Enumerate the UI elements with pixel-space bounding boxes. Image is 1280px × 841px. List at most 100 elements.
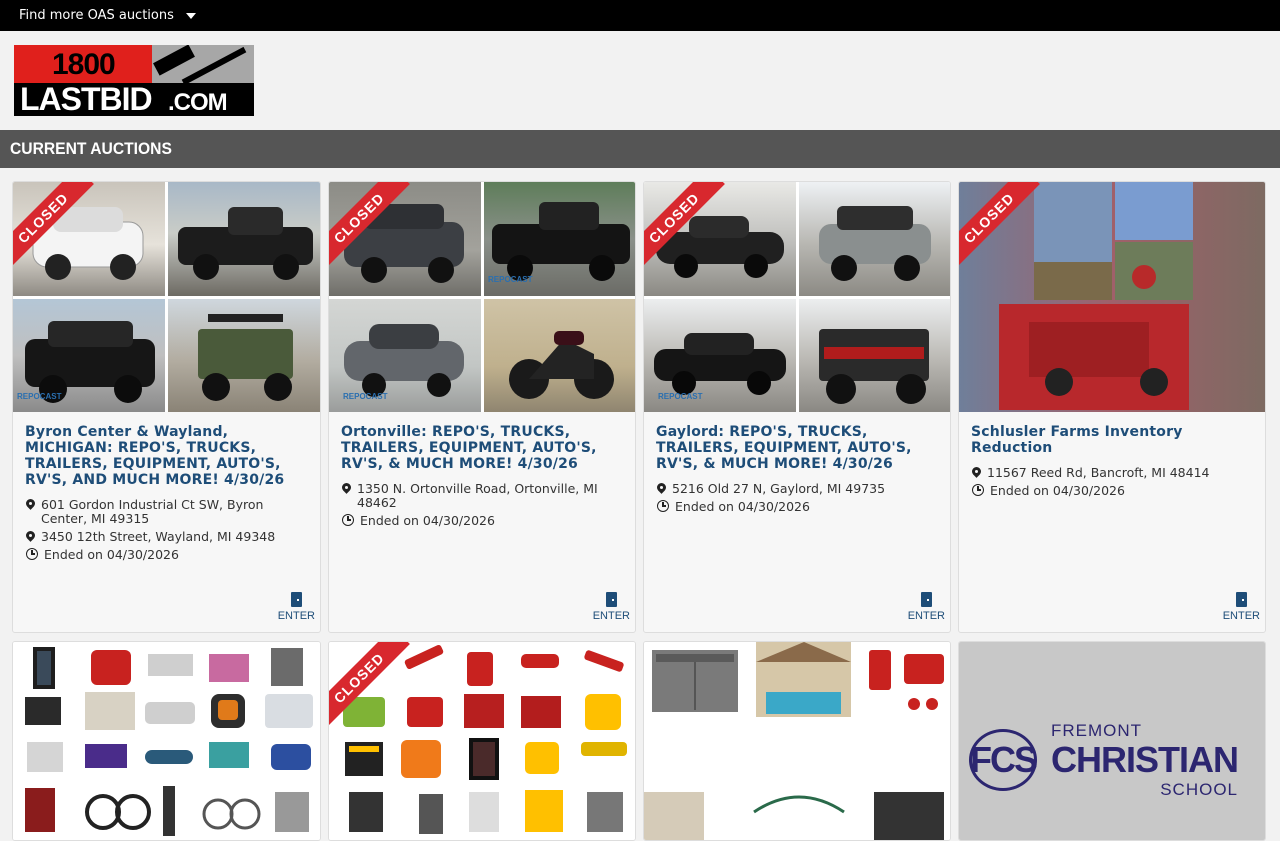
utv-image (198, 313, 293, 401)
svg-text:REPOCAST: REPOCAST (488, 275, 533, 284)
find-more-label: Find more OAS auctions (19, 8, 174, 23)
auction-card[interactable]: CLOSED (328, 641, 636, 841)
products-collage-image (13, 642, 320, 840)
ended-text: Ended on 04/30/2026 (44, 547, 179, 562)
top-bar: Find more OAS auctions (0, 0, 1280, 31)
address-line: 601 Gordon Industrial Ct SW, Byron Cente… (26, 498, 308, 526)
auction-photo: REPOCAST (13, 298, 165, 412)
auction-card[interactable]: REPOCAST CLOSED Byron Center & Wayland, … (12, 181, 321, 633)
auction-title[interactable]: Gaylord: REPO'S, TRUCKS, TRAILERS, EQUIP… (656, 424, 938, 472)
address-line: 11567 Reed Rd, Bancroft, MI 48414 (972, 466, 1253, 480)
fcs-banner: FCS FREMONT CHRISTIAN SCHOOL (959, 642, 1265, 840)
auction-card[interactable] (12, 641, 321, 841)
location-pin-icon (342, 483, 351, 494)
location-pin-icon (972, 467, 981, 478)
auction-card[interactable]: CLOSED Schlusler Farms Inventory Reducti… (958, 181, 1266, 633)
enter-label: ENTER (1222, 610, 1260, 622)
clock-icon (26, 548, 38, 560)
enter-button[interactable]: ENTER (1223, 592, 1260, 622)
motorcycle-image (508, 330, 614, 399)
address-line: 3450 12th Street, Wayland, MI 49348 (26, 530, 308, 544)
clock-icon (342, 514, 354, 526)
svg-text:REPOCAST: REPOCAST (17, 392, 62, 401)
auction-photo (798, 298, 950, 412)
auction-photo: REPOCAST (329, 298, 481, 412)
auction-photo: REPOCAST (644, 298, 796, 412)
auction-title[interactable]: Byron Center & Wayland, MICHIGAN: REPO'S… (25, 424, 308, 488)
auction-card[interactable] (643, 641, 951, 841)
clock-icon (657, 500, 669, 512)
location-pin-icon (657, 483, 666, 494)
caret-down-icon (185, 12, 196, 19)
ended-line: Ended on 04/30/2026 (657, 500, 938, 514)
logo-com: .COM (168, 89, 228, 116)
black-escalade-image: REPOCAST (17, 320, 155, 403)
door-icon (920, 592, 932, 607)
gray-tesla-image: REPOCAST (343, 323, 464, 401)
fcs-wordmark: FREMONT CHRISTIAN SCHOOL (1051, 721, 1239, 799)
auction-photo: REPOCAST (483, 182, 635, 296)
fcs-mark: FCS (969, 729, 1038, 791)
address-text: 601 Gordon Industrial Ct SW, Byron Cente… (41, 497, 264, 526)
ended-line: Ended on 04/30/2026 (972, 484, 1253, 498)
address-text: 11567 Reed Rd, Bancroft, MI 48414 (987, 465, 1210, 480)
auction-photos: REPOCAST CLOSED (13, 182, 320, 412)
auction-card[interactable]: FCS FREMONT CHRISTIAN SCHOOL (958, 641, 1266, 841)
ended-text: Ended on 04/30/2026 (990, 483, 1125, 498)
red-utv-image (818, 328, 929, 404)
ended-text: Ended on 04/30/2026 (675, 499, 810, 514)
ended-line: Ended on 04/30/2026 (342, 514, 623, 528)
black-pickup-image: REPOCAST (488, 202, 630, 284)
enter-label: ENTER (277, 610, 315, 622)
location-pin-icon (26, 531, 35, 542)
storage-collage-image (644, 642, 950, 840)
find-more-auctions-dropdown[interactable]: Find more OAS auctions (19, 8, 196, 23)
logo-lastbid: LASTBID (20, 81, 153, 116)
fcs-line2: CHRISTIAN (1051, 739, 1239, 780)
address-text: 1350 N. Ortonville Road, Ortonville, MI … (357, 481, 598, 510)
door-icon (290, 592, 302, 607)
location-pin-icon (26, 499, 35, 510)
fcs-line3: SCHOOL (1160, 780, 1238, 799)
auction-photo (483, 298, 635, 412)
auction-photo (798, 182, 950, 296)
svg-text:REPOCAST: REPOCAST (658, 392, 703, 401)
clock-icon (972, 484, 984, 496)
site-logo[interactable]: 1800 LASTBID .COM (14, 45, 254, 116)
door-icon (605, 592, 617, 607)
auction-title[interactable]: Schlusler Farms Inventory Reduction (971, 424, 1253, 456)
header: 1800 LASTBID .COM (0, 31, 1280, 130)
enter-button[interactable]: ENTER (908, 592, 945, 622)
enter-button[interactable]: ENTER (278, 592, 315, 622)
address-text: 3450 12th Street, Wayland, MI 49348 (41, 529, 276, 544)
auction-photos: REPOCAST REPOCAST CLOSED (329, 182, 635, 412)
door-icon (1235, 592, 1247, 607)
current-auctions-bar: CURRENT AUCTIONS (0, 130, 1280, 168)
auction-title[interactable]: Ortonville: REPO'S, TRUCKS, TRAILERS, EQ… (341, 424, 623, 472)
auction-card[interactable]: REPOCAST CLOSED Gaylord: REPO'S, TRUCKS,… (643, 181, 951, 633)
address-line: 1350 N. Ortonville Road, Ortonville, MI … (342, 482, 623, 510)
enter-button[interactable]: ENTER (593, 592, 630, 622)
auction-photo (168, 182, 320, 296)
svg-text:REPOCAST: REPOCAST (343, 392, 388, 401)
logo-1800: 1800 (52, 48, 116, 81)
fcs-logo: FCS FREMONT CHRISTIAN SCHOOL (969, 721, 1239, 799)
black-truck-image (178, 207, 313, 280)
logo-last: LAST (20, 81, 101, 116)
address-text: 5216 Old 27 N, Gaylord, MI 49735 (672, 481, 886, 496)
address-line: 5216 Old 27 N, Gaylord, MI 49735 (657, 482, 938, 496)
auction-photos: CLOSED (959, 182, 1265, 412)
ended-text: Ended on 04/30/2026 (360, 513, 495, 528)
auction-card[interactable]: REPOCAST REPOCAST CLOSED Ortonville: REP… (328, 181, 636, 633)
auction-grid: REPOCAST CLOSED Byron Center & Wayland, … (12, 181, 1268, 841)
auction-photo (168, 298, 320, 412)
section-title: CURRENT AUCTIONS (10, 139, 172, 158)
fcs-line1: FREMONT (1051, 721, 1143, 740)
mini-cooper-image (818, 206, 931, 281)
black-sedan-image: REPOCAST (654, 332, 786, 401)
ended-line: Ended on 04/30/2026 (26, 548, 308, 562)
enter-label: ENTER (592, 610, 630, 622)
enter-label: ENTER (907, 610, 945, 622)
logo-bid: BID (99, 81, 153, 116)
auction-photos: REPOCAST CLOSED (644, 182, 950, 412)
